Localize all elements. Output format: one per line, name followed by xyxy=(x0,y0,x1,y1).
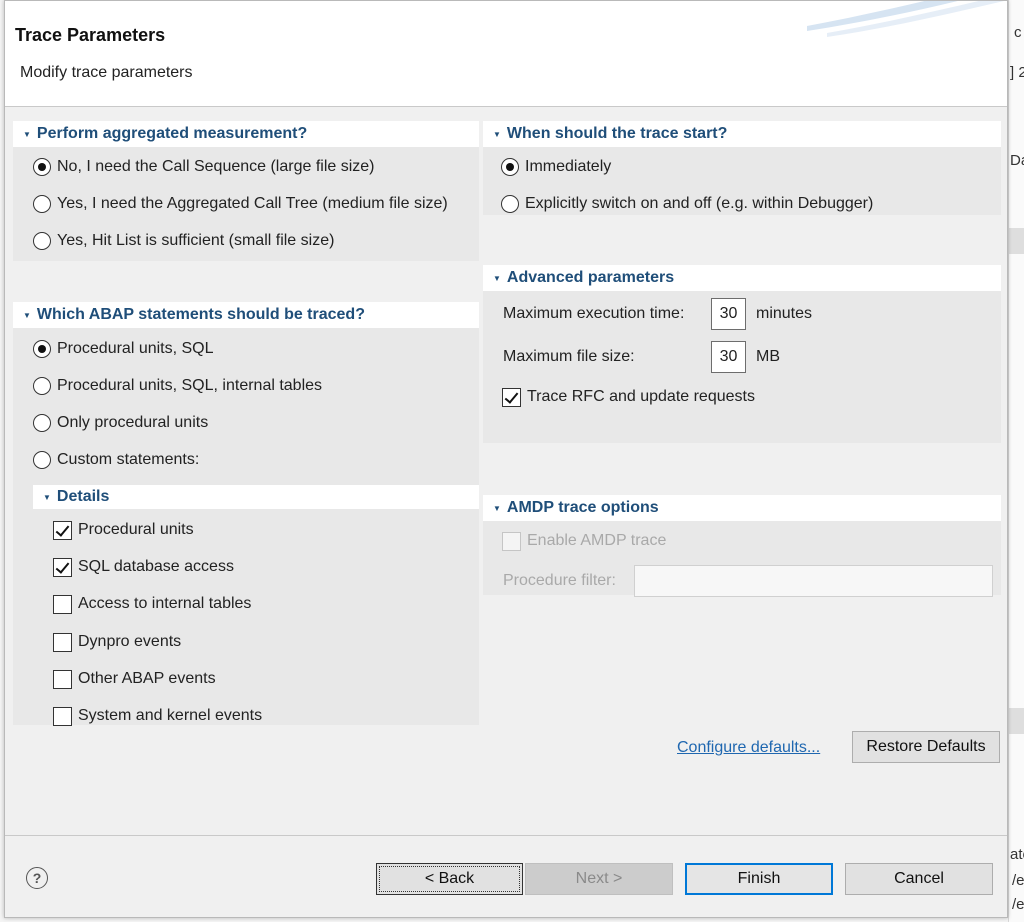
radio-button[interactable] xyxy=(33,232,51,250)
procedure-filter-input[interactable] xyxy=(634,565,993,597)
radio-label: Only procedural units xyxy=(57,414,209,431)
radio-immediately[interactable]: Immediately xyxy=(501,155,611,179)
checkbox-system-kernel-events[interactable]: System and kernel events xyxy=(53,704,262,728)
radio-procedural-sql-internal-tables[interactable]: Procedural units, SQL, internal tables xyxy=(33,374,322,398)
trace-parameters-dialog: Trace Parameters Modify trace parameters… xyxy=(4,0,1008,918)
checkbox-label: Enable AMDP trace xyxy=(527,532,667,549)
checkbox-label: Procedural units xyxy=(78,521,194,538)
background-window-edge xyxy=(1008,0,1024,922)
radio-procedural-sql[interactable]: Procedural units, SQL xyxy=(33,337,214,361)
checkbox-label: Trace RFC and update requests xyxy=(527,388,755,405)
radio-label: Procedural units, SQL xyxy=(57,340,214,357)
checkbox-checked[interactable] xyxy=(53,557,72,577)
checkbox-label: Access to internal tables xyxy=(78,595,252,612)
checkbox-dynpro-events[interactable]: Dynpro events xyxy=(53,630,181,654)
radio-button-selected[interactable] xyxy=(501,158,519,176)
next-button[interactable]: Next > xyxy=(525,863,673,895)
radio-label: Yes, I need the Aggregated Call Tree (me… xyxy=(57,195,448,212)
background-text: ] 2 xyxy=(1010,64,1024,81)
finish-button[interactable]: Finish xyxy=(685,863,833,895)
checkbox-label: Dynpro events xyxy=(78,633,182,650)
collapse-triangle-icon: ▼ xyxy=(43,492,51,502)
dialog-header: Trace Parameters Modify trace parameters xyxy=(5,1,1007,107)
collapse-triangle-icon: ▼ xyxy=(23,310,31,320)
max-file-size-unit: MB xyxy=(756,348,780,365)
checkbox-sql-database-access[interactable]: SQL database access xyxy=(53,555,234,579)
radio-hit-list[interactable]: Yes, Hit List is sufficient (small file … xyxy=(33,229,334,253)
radio-label: No, I need the Call Sequence (large file… xyxy=(57,158,375,175)
checkbox-checked[interactable] xyxy=(502,387,521,407)
checkbox[interactable] xyxy=(53,669,72,689)
checkbox-internal-tables[interactable]: Access to internal tables xyxy=(53,592,251,616)
dialog-subtitle: Modify trace parameters xyxy=(20,64,193,81)
max-exec-time-label: Maximum execution time: xyxy=(503,305,685,322)
checkbox[interactable] xyxy=(53,706,72,726)
checkbox-label: Other ABAP events xyxy=(78,670,216,687)
checkbox-checked[interactable] xyxy=(53,520,72,540)
radio-button[interactable] xyxy=(33,195,51,213)
section-trace-start[interactable]: ▼ When should the trace start? xyxy=(483,121,1001,147)
section-aggregated-measurement[interactable]: ▼ Perform aggregated measurement? xyxy=(13,121,479,147)
cancel-button[interactable]: Cancel xyxy=(845,863,993,895)
radio-explicitly-switch[interactable]: Explicitly switch on and off (e.g. withi… xyxy=(501,192,873,216)
collapse-triangle-icon: ▼ xyxy=(493,503,501,513)
footer-separator xyxy=(5,835,1007,836)
banner-swoosh-graphic xyxy=(807,1,1004,37)
radio-label: Explicitly switch on and off (e.g. withi… xyxy=(525,195,874,212)
collapse-triangle-icon: ▼ xyxy=(493,129,501,139)
dialog-title: Trace Parameters xyxy=(15,25,166,45)
collapse-triangle-icon: ▼ xyxy=(23,129,31,139)
checkbox-label: System and kernel events xyxy=(78,707,263,724)
section-heading: Advanced parameters xyxy=(506,269,675,286)
radio-label: Procedural units, SQL, internal tables xyxy=(57,377,323,394)
radio-label: Custom statements: xyxy=(57,451,200,468)
radio-button[interactable] xyxy=(33,377,51,395)
background-row xyxy=(1009,228,1024,254)
checkbox-other-abap-events[interactable]: Other ABAP events xyxy=(53,667,216,691)
section-heading: AMDP trace options xyxy=(506,499,659,516)
restore-defaults-button[interactable]: Restore Defaults xyxy=(852,731,1000,763)
checkbox-enable-amdp[interactable]: Enable AMDP trace xyxy=(502,529,666,553)
configure-defaults-link[interactable]: Configure defaults... xyxy=(677,739,820,757)
background-text: Da xyxy=(1010,152,1024,169)
radio-button-selected[interactable] xyxy=(33,158,51,176)
back-button[interactable]: < Back xyxy=(376,863,523,895)
checkbox[interactable] xyxy=(53,632,72,652)
section-heading: Details xyxy=(56,488,110,505)
radio-custom-statements[interactable]: Custom statements: xyxy=(33,448,199,472)
procedure-filter-label: Procedure filter: xyxy=(503,572,616,589)
max-file-size-input[interactable]: 30 xyxy=(711,341,746,373)
checkbox-trace-rfc[interactable]: Trace RFC and update requests xyxy=(502,385,755,409)
checkbox-procedural-units[interactable]: Procedural units xyxy=(53,518,194,542)
radio-button[interactable] xyxy=(33,451,51,469)
section-heading: Which ABAP statements should be traced? xyxy=(36,306,365,323)
background-text: /e xyxy=(1012,872,1024,889)
section-amdp-trace-options[interactable]: ▼ AMDP trace options xyxy=(483,495,1001,521)
section-heading: Perform aggregated measurement? xyxy=(36,125,308,142)
checkbox[interactable] xyxy=(53,594,72,614)
section-details[interactable]: ▼ Details xyxy=(33,485,479,509)
max-exec-time-unit: minutes xyxy=(756,305,813,322)
max-file-size-label: Maximum file size: xyxy=(503,348,635,365)
radio-call-sequence[interactable]: No, I need the Call Sequence (large file… xyxy=(33,155,375,179)
section-heading: When should the trace start? xyxy=(506,125,728,142)
radio-label: Yes, Hit List is sufficient (small file … xyxy=(57,232,335,249)
radio-aggregated-call-tree[interactable]: Yes, I need the Aggregated Call Tree (me… xyxy=(33,192,448,216)
radio-button[interactable] xyxy=(33,414,51,432)
section-abap-statements[interactable]: ▼ Which ABAP statements should be traced… xyxy=(13,302,479,328)
background-text: ate xyxy=(1010,846,1024,863)
background-row xyxy=(1009,708,1024,734)
radio-label: Immediately xyxy=(525,158,612,175)
radio-button[interactable] xyxy=(501,195,519,213)
section-advanced-parameters[interactable]: ▼ Advanced parameters xyxy=(483,265,1001,291)
checkbox-disabled[interactable] xyxy=(502,531,521,551)
background-text: /e xyxy=(1012,896,1024,913)
checkbox-label: SQL database access xyxy=(78,558,234,575)
background-text: c xyxy=(1014,24,1022,41)
max-exec-time-input[interactable]: 30 xyxy=(711,298,746,330)
collapse-triangle-icon: ▼ xyxy=(493,273,501,283)
radio-only-procedural[interactable]: Only procedural units xyxy=(33,411,208,435)
radio-button-selected[interactable] xyxy=(33,340,51,358)
help-icon[interactable]: ? xyxy=(26,867,48,889)
